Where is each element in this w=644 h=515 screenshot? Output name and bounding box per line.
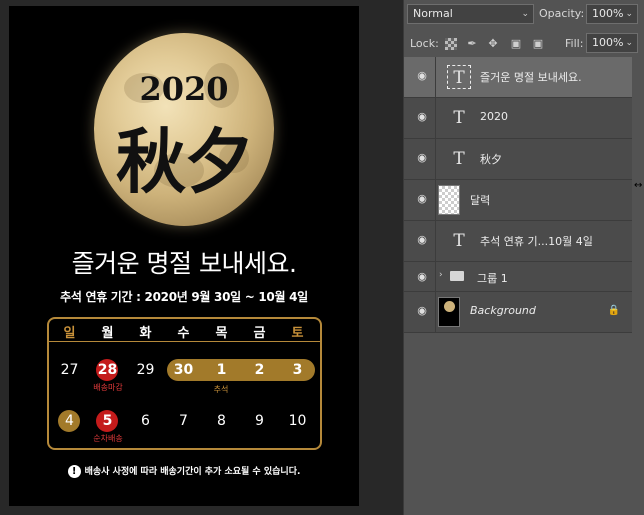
date-cell: 10 xyxy=(288,413,307,429)
date-cell-holiday: 1 xyxy=(216,362,227,378)
eye-icon[interactable]: ◉ xyxy=(414,305,430,317)
layer-greeting[interactable]: ◉ T 즐거운 명절 보내세요. xyxy=(404,57,632,98)
weekday-tue: 화 xyxy=(139,326,152,341)
weekday-thu: 목 xyxy=(215,326,228,341)
lock-position-move-icon[interactable]: ✥ xyxy=(487,38,499,50)
date-cell-holiday: 30 xyxy=(173,362,194,378)
chuseok-note: 추석 xyxy=(213,385,229,394)
date-cell: 27 xyxy=(60,362,79,378)
text-layer-icon: T xyxy=(447,65,471,89)
lock-label: Lock: xyxy=(410,37,439,50)
layer-name: 秋夕 xyxy=(480,153,502,166)
fill-label: Fill: xyxy=(565,37,584,50)
layers-panel: Normal ⌄ Opacity: 100% ⌄ Lock: ✒ ✥ ▣ ▣ Fil… xyxy=(403,0,644,515)
layer-name: 2020 xyxy=(480,110,508,123)
holiday-period-text: 추석 연휴 기간 : 2020년 9월 30일 ~ 10월 4일 xyxy=(60,290,308,304)
eye-icon[interactable]: ◉ xyxy=(414,193,430,205)
weekday-mon: 월 xyxy=(101,326,114,341)
date-cell: 6 xyxy=(141,413,150,429)
chevron-down-icon: ⌄ xyxy=(625,38,633,48)
text-layer-icon: T xyxy=(453,108,465,128)
weekday-sat: 토 xyxy=(291,326,304,341)
date-cell: 7 xyxy=(179,413,188,429)
poster-artboard[interactable]: 2020 秋夕 즐거운 명절 보내세요. 추석 연휴 기간 : 2020년 9월… xyxy=(9,6,359,506)
weekday-wed: 수 xyxy=(177,326,190,341)
date-cell: 8 xyxy=(217,413,226,429)
date-cell-holiday: 2 xyxy=(254,362,265,378)
text-layer-icon: T xyxy=(453,231,465,251)
weekday-sun: 일 xyxy=(63,326,76,341)
layer-name: 달력 xyxy=(470,194,491,207)
weekday-fri: 금 xyxy=(253,326,266,341)
eye-icon[interactable]: ◉ xyxy=(414,234,430,246)
lock-icon: 🔒 xyxy=(607,305,620,316)
calendar-box: 일 월 화 수 목 금 토 27 28 29 30 1 2 3 배송마감 추석 … xyxy=(47,317,322,450)
chevron-down-icon: ⌄ xyxy=(625,9,633,19)
date-cell: 9 xyxy=(255,413,264,429)
layer-name: 그룹 1 xyxy=(477,272,508,285)
year-title: 2020 xyxy=(139,70,229,108)
shipping-deadline-note: 배송마감 xyxy=(93,383,123,392)
layer-year[interactable]: ◉ T 2020 xyxy=(404,98,632,139)
layer-thumbnail xyxy=(438,297,460,327)
layer-name: 즐거운 명절 보내세요. xyxy=(480,71,582,84)
chuseok-hanja-title: 秋夕 xyxy=(116,120,254,203)
chevron-down-icon: ⌄ xyxy=(521,9,529,19)
eye-icon[interactable]: ◉ xyxy=(414,271,430,283)
layer-group-1[interactable]: ◉ › 그룹 1 xyxy=(404,262,632,292)
greeting-text: 즐거운 명절 보내세요. xyxy=(71,249,297,278)
lock-artboard-crop-icon[interactable]: ▣ xyxy=(510,38,522,50)
layer-background[interactable]: ◉ Background 🔒 xyxy=(404,292,632,333)
date-cell: 29 xyxy=(136,362,155,378)
disclaimer-text: 배송사 사정에 따라 배송기간이 추가 소요될 수 있습니다. xyxy=(84,467,301,477)
date-cell-holiday: 4 xyxy=(51,410,88,432)
eye-icon[interactable]: ◉ xyxy=(414,152,430,164)
date-cell-deadline: 28 xyxy=(89,359,126,381)
document-canvas[interactable]: 2020 秋夕 즐거운 명절 보내세요. 추석 연휴 기간 : 2020년 9월… xyxy=(0,0,403,515)
lock-transparent-pixels-icon[interactable] xyxy=(445,38,457,50)
date-cell-holiday: 3 xyxy=(292,362,303,378)
blend-mode-select[interactable]: Normal ⌄ xyxy=(407,4,534,24)
sequential-shipping-note: 순차배송 xyxy=(93,434,123,443)
text-layer-icon: T xyxy=(453,149,465,169)
opacity-input[interactable]: 100% ⌄ xyxy=(586,4,638,24)
lock-all-icon[interactable]: ▣ xyxy=(532,38,544,50)
layer-name: Background xyxy=(470,304,536,317)
shipping-disclaimer: ! 배송사 사정에 따라 배송기간이 추가 소요될 수 있습니다. xyxy=(9,464,359,478)
layer-thumbnail xyxy=(438,185,460,215)
lock-image-pixels-brush-icon[interactable]: ✒ xyxy=(466,38,478,50)
calendar-weekday-header: 일 월 화 수 목 금 토 xyxy=(49,319,320,342)
opacity-label: Opacity: xyxy=(539,7,585,20)
layer-name: 추석 연휴 기...10월 4일 xyxy=(480,235,593,248)
chevron-right-icon[interactable]: › xyxy=(439,270,443,280)
date-cell-resume: 5 xyxy=(89,410,126,432)
fill-input[interactable]: 100% ⌄ xyxy=(586,33,638,53)
resize-cursor-icon: ↔ xyxy=(634,180,643,191)
eye-icon[interactable]: ◉ xyxy=(414,70,430,82)
layer-hanja[interactable]: ◉ T 秋夕 xyxy=(404,139,632,180)
info-icon: ! xyxy=(67,465,81,478)
folder-icon xyxy=(450,271,464,281)
eye-icon[interactable]: ◉ xyxy=(414,111,430,123)
layer-holiday-info[interactable]: ◉ T 추석 연휴 기...10월 4일 xyxy=(404,221,632,262)
layer-calendar[interactable]: ◉ 달력 xyxy=(404,180,632,221)
